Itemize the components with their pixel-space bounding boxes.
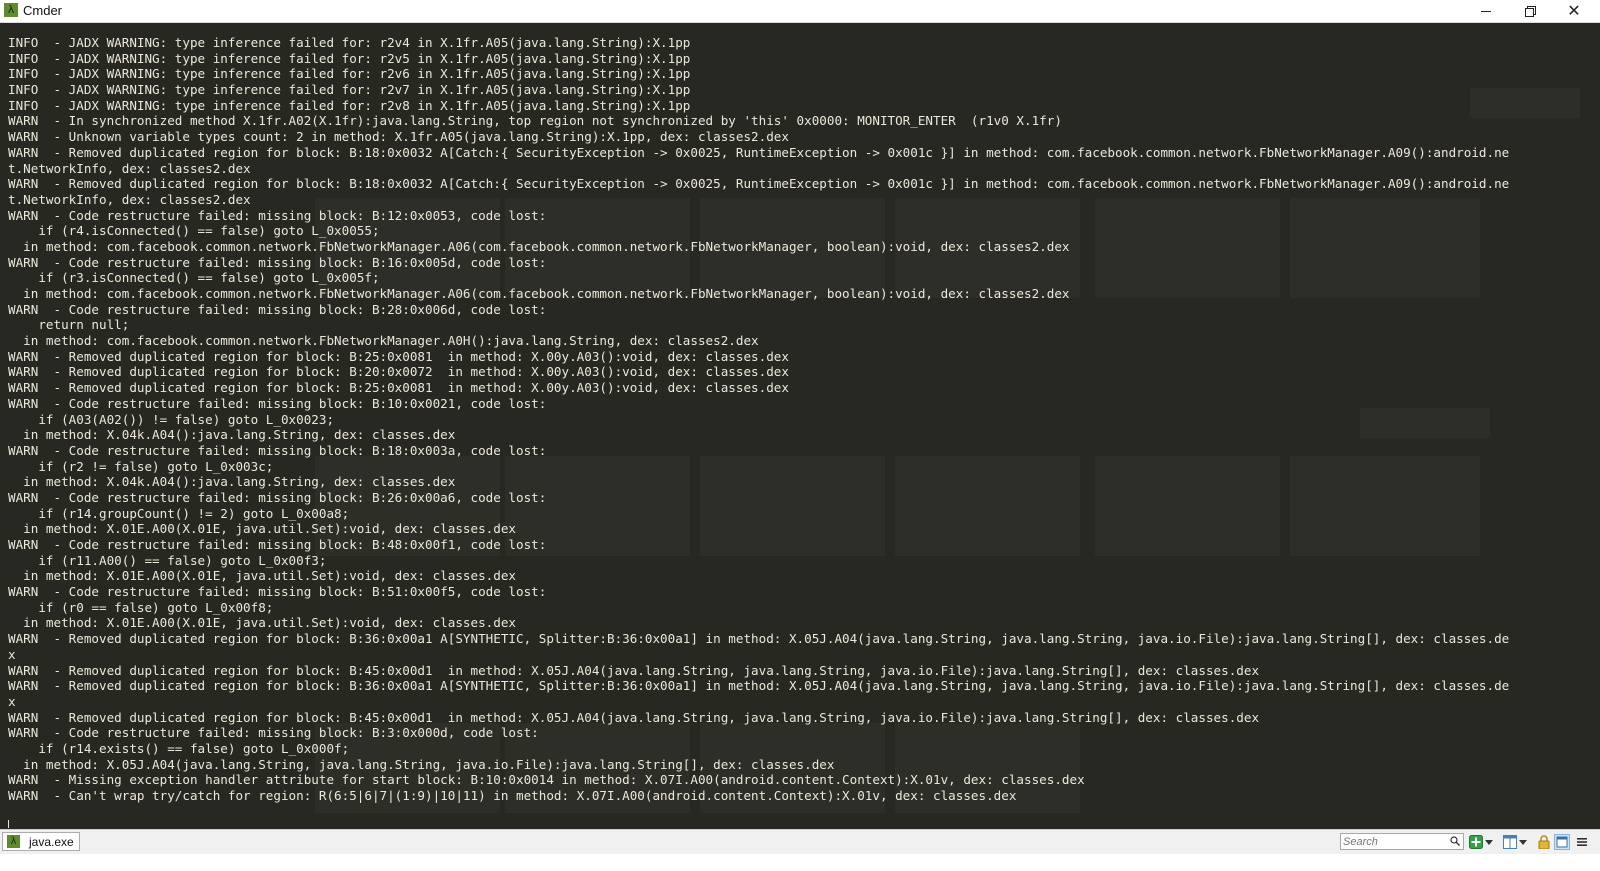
- close-icon: ✕: [1567, 1, 1581, 20]
- console-line: return null;: [8, 317, 130, 333]
- console-line: if (r14.exists() == false) goto L_0x000f…: [8, 740, 350, 756]
- console-line: t.NetworkInfo, dex: classes2.dex: [8, 160, 251, 176]
- search-icon[interactable]: [1450, 836, 1460, 846]
- menu-icon[interactable]: [1574, 834, 1590, 850]
- console-line: if (r2 != false) goto L_0x003c;: [8, 458, 274, 474]
- view-icon[interactable]: [1554, 834, 1570, 850]
- cmder-window: λ Cmder ✕ INFO - JADX WARNING: type infe…: [0, 0, 1600, 871]
- console-line: WARN - Code restructure failed: missing …: [8, 584, 547, 600]
- minimize-button[interactable]: [1464, 0, 1508, 22]
- console-line: in method: X.01E.A00(X.01E, java.util.Se…: [8, 568, 516, 584]
- console-line: WARN - Removed duplicated region for blo…: [8, 364, 789, 380]
- console-line: WARN - Code restructure failed: missing …: [8, 301, 547, 317]
- console-line: INFO - JADX WARNING: type inference fail…: [8, 82, 691, 98]
- console-line: WARN - Removed duplicated region for blo…: [8, 380, 789, 396]
- console-text: INFO - JADX WARNING: type inference fail…: [8, 35, 1509, 828]
- console-tab-label: java.exe: [29, 834, 74, 849]
- lock-icon[interactable]: [1536, 834, 1552, 850]
- console-line: if (A03(A02()) != false) goto L_0x0023;: [8, 411, 335, 427]
- plus-icon[interactable]: [1468, 834, 1484, 850]
- console-line: INFO - JADX WARNING: type inference fail…: [8, 50, 691, 66]
- console-line: if (r3.isConnected() == false) goto L_0x…: [8, 270, 380, 286]
- console-line: in method: com.facebook.common.network.F…: [8, 286, 1070, 301]
- console-line: x: [8, 646, 16, 662]
- console-line: in method: X.04k.A04():java.lang.String,…: [8, 427, 456, 443]
- restore-icon: [1525, 6, 1536, 17]
- console-line: INFO - JADX WARNING: type inference fail…: [8, 35, 691, 50]
- status-bar: λ java.exe: [0, 829, 1600, 854]
- chevron-down-icon[interactable]: [1518, 834, 1528, 850]
- console-line: in method: X.05J.A04(java.lang.String, j…: [8, 756, 835, 772]
- console-line: INFO - JADX WARNING: type inference fail…: [8, 97, 691, 113]
- lambda-tab-icon: λ: [7, 835, 20, 848]
- console-line: WARN - Missing exception handler attribu…: [8, 772, 1085, 788]
- console-line: WARN - In synchronized method X.1fr.A02(…: [8, 113, 1062, 129]
- console-line: in method: com.facebook.common.network.F…: [8, 333, 759, 349]
- console-line: WARN - Can't wrap try/catch for region: …: [8, 788, 1017, 803]
- console-line: WARN - Code restructure failed: missing …: [8, 207, 547, 223]
- minimize-icon: [1481, 10, 1491, 12]
- console-line: in method: X.01E.A00(X.01E, java.util.Se…: [8, 521, 516, 537]
- console-line: WARN - Code restructure failed: missing …: [8, 395, 547, 411]
- console-line: WARN - Removed duplicated region for blo…: [8, 348, 789, 364]
- close-button[interactable]: ✕: [1552, 0, 1596, 22]
- console-line: if (r11.A00() == false) goto L_0x00f3;: [8, 552, 327, 568]
- console-line: if (r0 == false) goto L_0x00f8;: [8, 599, 274, 615]
- search-input[interactable]: [1343, 834, 1443, 849]
- console-line: if (r14.groupCount() != 2) goto L_0x00a8…: [8, 505, 350, 521]
- console-line: INFO - JADX WARNING: type inference fail…: [8, 66, 691, 82]
- window-title: Cmder: [23, 3, 63, 18]
- lambda-app-icon: λ: [4, 3, 18, 17]
- console-line: WARN - Removed duplicated region for blo…: [8, 176, 1510, 192]
- prompt-line[interactable]: [8, 819, 1509, 828]
- console-line: in method: com.facebook.common.network.F…: [8, 238, 1070, 254]
- console-line: in method: X.01E.A00(X.01E, java.util.Se…: [8, 615, 516, 631]
- console-tab-java[interactable]: λ java.exe: [2, 832, 80, 851]
- console-line: if (r4.isConnected() == false) goto L_0x…: [8, 223, 380, 239]
- console-line: WARN - Code restructure failed: missing …: [8, 537, 547, 552]
- console-line: WARN - Code restructure failed: missing …: [8, 254, 547, 270]
- split-icon[interactable]: [1502, 834, 1518, 850]
- console-line: WARN - Removed duplicated region for blo…: [8, 631, 1510, 647]
- console-line: WARN - Unknown variable types count: 2 i…: [8, 129, 789, 145]
- console-line: t.NetworkInfo, dex: classes2.dex: [8, 191, 251, 207]
- restore-button[interactable]: [1508, 0, 1552, 22]
- console-line: WARN - Removed duplicated region for blo…: [8, 709, 1260, 725]
- console-line: WARN - Removed duplicated region for blo…: [8, 678, 1510, 694]
- title-bar[interactable]: λ Cmder ✕: [0, 0, 1600, 23]
- console-line: WARN - Code restructure failed: missing …: [8, 489, 547, 505]
- search-box[interactable]: [1340, 833, 1464, 850]
- console-line: in method: X.04k.A04():java.lang.String,…: [8, 474, 456, 490]
- text-cursor: [8, 820, 9, 828]
- console-line: x: [8, 693, 16, 709]
- console-output[interactable]: INFO - JADX WARNING: type inference fail…: [0, 23, 1600, 828]
- bottom-edge: [0, 854, 1600, 871]
- console-line: WARN - Code restructure failed: missing …: [8, 725, 539, 741]
- console-line: WARN - Removed duplicated region for blo…: [8, 662, 1260, 678]
- chevron-down-icon[interactable]: [1484, 834, 1494, 850]
- console-line: WARN - Removed duplicated region for blo…: [8, 144, 1510, 160]
- console-line: WARN - Code restructure failed: missing …: [8, 442, 547, 458]
